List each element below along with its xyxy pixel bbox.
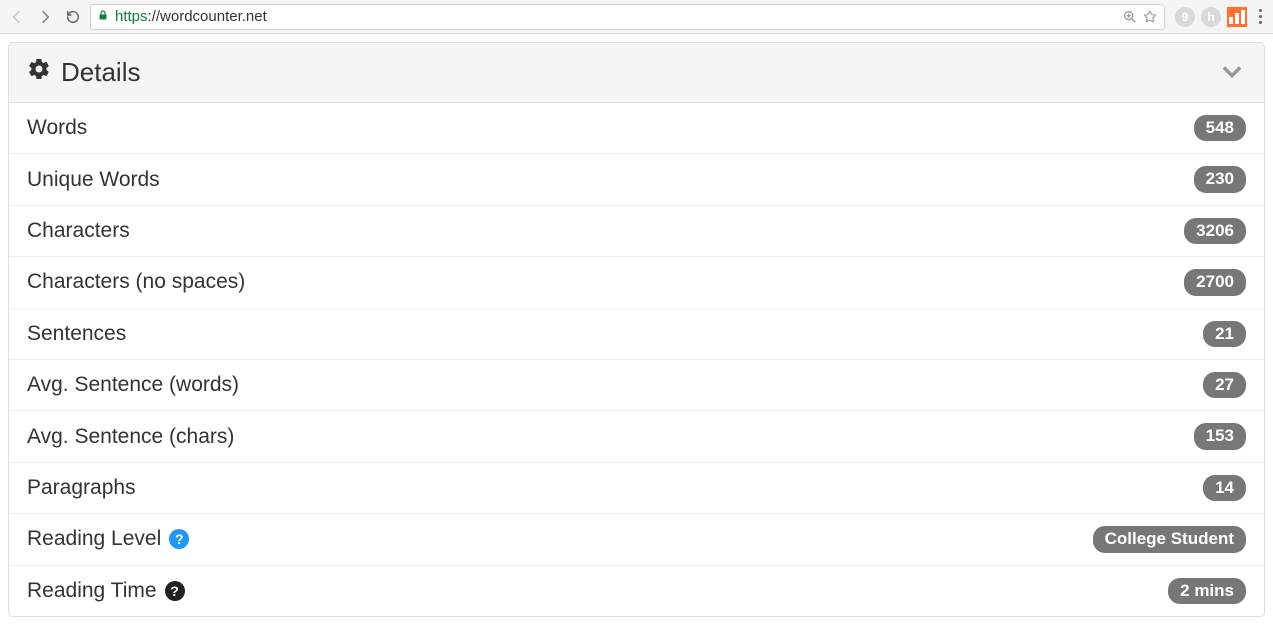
row-value-badge: 230 — [1194, 166, 1246, 192]
reload-button[interactable] — [62, 6, 84, 28]
row-label: Unique Words — [27, 168, 160, 192]
nav-back-button — [6, 6, 28, 28]
details-row: Reading Time? 2 mins — [9, 565, 1264, 616]
details-row: Avg. Sentence (chars) 153 — [9, 410, 1264, 461]
row-label-text: Characters — [27, 219, 130, 243]
row-value-badge: 2700 — [1184, 269, 1246, 295]
panel-title-text: Details — [61, 57, 140, 88]
details-row: Paragraphs 14 — [9, 462, 1264, 513]
row-label-text: Sentences — [27, 322, 126, 346]
row-label: Avg. Sentence (chars) — [27, 425, 234, 449]
url-scheme: https — [115, 8, 148, 25]
row-label: Sentences — [27, 322, 126, 346]
row-value-badge: 3206 — [1184, 218, 1246, 244]
row-label-text: Reading Time — [27, 579, 157, 603]
row-value-badge: 153 — [1194, 423, 1246, 449]
chrome-menu-button[interactable] — [1253, 9, 1267, 24]
row-label: Avg. Sentence (words) — [27, 373, 239, 397]
row-value-badge: 548 — [1194, 115, 1246, 141]
row-label-text: Paragraphs — [27, 476, 136, 500]
details-row: Unique Words 230 — [9, 153, 1264, 204]
panel-heading: Details — [9, 43, 1264, 103]
row-label-text: Reading Level — [27, 527, 161, 551]
row-value-badge: 21 — [1203, 321, 1246, 347]
row-value-badge: 14 — [1203, 475, 1246, 501]
row-label: Paragraphs — [27, 476, 136, 500]
zoom-icon[interactable] — [1122, 9, 1138, 25]
omnibox-actions — [1122, 9, 1158, 25]
details-list: Words548Unique Words230Characters3206Cha… — [9, 103, 1264, 616]
details-row: Characters (no spaces) 2700 — [9, 256, 1264, 307]
row-label: Characters (no spaces) — [27, 270, 245, 294]
row-label-text: Avg. Sentence (chars) — [27, 425, 234, 449]
extension-2-icon[interactable]: h — [1201, 7, 1221, 27]
row-label: Characters — [27, 219, 130, 243]
page-content: Details Words 548 Unique Words 230 Character… — [0, 34, 1273, 633]
row-label-text: Unique Words — [27, 168, 160, 192]
row-label-text: Words — [27, 116, 87, 140]
details-row: Avg. Sentence (words) 27 — [9, 359, 1264, 410]
panel-title: Details — [27, 57, 140, 88]
row-value-badge: 27 — [1203, 372, 1246, 398]
details-row: Reading Level? College Student — [9, 513, 1264, 564]
browser-toolbar: https://wordcounter.net 9 h — [0, 0, 1273, 34]
url-host-path: ://wordcounter.net — [148, 8, 267, 25]
row-label: Reading Time? — [27, 579, 185, 603]
row-label: Reading Level? — [27, 527, 189, 551]
address-bar[interactable]: https://wordcounter.net — [90, 4, 1165, 30]
row-label-text: Avg. Sentence (words) — [27, 373, 239, 397]
url-text: https://wordcounter.net — [115, 8, 1116, 25]
row-label-text: Characters (no spaces) — [27, 270, 245, 294]
details-row: Sentences 21 — [9, 308, 1264, 359]
help-icon[interactable]: ? — [165, 581, 185, 601]
nav-forward-button[interactable] — [34, 6, 56, 28]
extension-3-icon[interactable] — [1227, 7, 1247, 27]
row-value-badge: College Student — [1093, 526, 1246, 552]
details-row: Words 548 — [9, 103, 1264, 153]
row-value-badge: 2 mins — [1168, 578, 1246, 604]
extension-1-icon[interactable]: 9 — [1175, 7, 1195, 27]
details-row: Characters 3206 — [9, 205, 1264, 256]
help-icon[interactable]: ? — [169, 529, 189, 549]
details-panel: Details Words 548 Unique Words 230 Character… — [8, 42, 1265, 617]
extensions-area: 9 h — [1171, 7, 1247, 27]
row-label: Words — [27, 116, 87, 140]
bookmark-star-icon[interactable] — [1142, 9, 1158, 25]
lock-icon — [97, 8, 109, 25]
gear-icon[interactable] — [27, 57, 51, 88]
collapse-toggle[interactable] — [1218, 57, 1246, 88]
